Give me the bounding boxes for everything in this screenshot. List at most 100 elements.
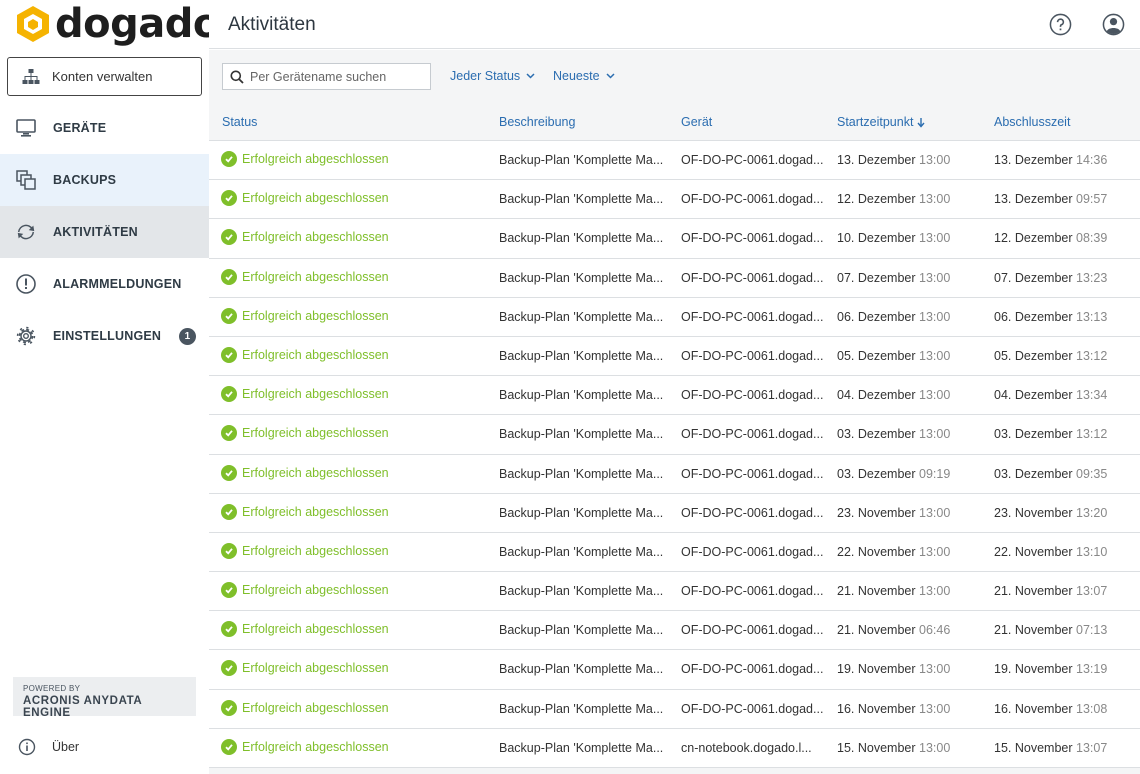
status-text: Erfolgreich abgeschlossen — [242, 387, 389, 402]
start-date: 16. November — [837, 701, 916, 716]
success-check-icon — [221, 660, 237, 677]
column-header-start-time[interactable]: Startzeitpunkt — [837, 115, 926, 129]
device-cell: OF-DO-PC-0061.dogad... — [681, 623, 824, 638]
table-row[interactable]: Erfolgreich abgeschlossen Backup-Plan 'Ko… — [209, 454, 1140, 494]
table-row[interactable]: Erfolgreich abgeschlossen Backup-Plan 'Ko… — [209, 611, 1140, 651]
status-text: Erfolgreich abgeschlossen — [242, 504, 389, 519]
table-row[interactable]: Erfolgreich abgeschlossen Backup-Plan 'Ko… — [209, 689, 1140, 729]
status-filter-dropdown[interactable]: Jeder Status — [450, 69, 535, 83]
sidebar-item-settings[interactable]: EINSTELLUNGEN 1 — [0, 310, 209, 362]
end-clock: 13:07 — [1076, 740, 1108, 755]
status-cell[interactable]: Erfolgreich abgeschlossen — [221, 190, 389, 207]
end-date: 07. Dezember — [994, 270, 1073, 285]
table-row[interactable]: Erfolgreich abgeschlossen Backup-Plan 'Ko… — [209, 415, 1140, 455]
status-cell[interactable]: Erfolgreich abgeschlossen — [221, 582, 389, 599]
sidebar-item-activities[interactable]: AKTIVITÄTEN — [0, 206, 209, 258]
status-cell[interactable]: Erfolgreich abgeschlossen — [221, 503, 389, 520]
sidebar-item-devices[interactable]: GERÄTE — [0, 102, 209, 154]
dogado-logo[interactable]: dogado — [15, 3, 220, 45]
sidebar-item-alerts[interactable]: ALARMMELDUNGEN — [0, 258, 209, 310]
table-row[interactable]: Erfolgreich abgeschlossen Backup-Plan 'Ko… — [209, 728, 1140, 768]
sort-dropdown[interactable]: Neueste — [553, 69, 615, 83]
start-clock: 13:00 — [919, 544, 951, 559]
device-cell: OF-DO-PC-0061.dogad... — [681, 544, 824, 559]
main-content: Jeder Status Neueste Status Beschreibung… — [209, 50, 1140, 774]
sidebar-item-label: ALARMMELDUNGEN — [53, 277, 182, 291]
start-date: 21. November — [837, 584, 916, 599]
description-cell: Backup-Plan 'Komplette Ma... — [499, 466, 664, 481]
activity-icon — [15, 221, 37, 243]
table-row[interactable]: Erfolgreich abgeschlossen Backup-Plan 'Ko… — [209, 376, 1140, 416]
device-cell: OF-DO-PC-0061.dogad... — [681, 348, 824, 363]
start-date: 04. Dezember — [837, 388, 916, 403]
start-date: 03. Dezember — [837, 466, 916, 481]
table-row[interactable]: Erfolgreich abgeschlossen Backup-Plan 'Ko… — [209, 297, 1140, 337]
end-time-cell: 04. Dezember 13:34 — [994, 388, 1107, 402]
status-cell[interactable]: Erfolgreich abgeschlossen — [221, 699, 389, 716]
sidebar-item-backups[interactable]: BACKUPS — [0, 154, 209, 206]
status-cell[interactable]: Erfolgreich abgeschlossen — [221, 621, 389, 638]
status-text: Erfolgreich abgeschlossen — [242, 700, 389, 715]
end-date: 12. Dezember — [994, 231, 1073, 246]
success-check-icon — [221, 386, 237, 403]
start-time-cell: 04. Dezember 13:00 — [837, 388, 950, 402]
status-cell[interactable]: Erfolgreich abgeschlossen — [221, 660, 389, 677]
column-header-end-time[interactable]: Abschlusszeit — [994, 115, 1070, 129]
start-time-cell: 15. November 13:00 — [837, 741, 950, 755]
status-cell[interactable]: Erfolgreich abgeschlossen — [221, 346, 389, 363]
start-clock: 13:00 — [919, 270, 951, 285]
table-row[interactable]: Erfolgreich abgeschlossen Backup-Plan 'Ko… — [209, 180, 1140, 220]
end-clock: 13:10 — [1076, 544, 1108, 559]
table-row[interactable]: Erfolgreich abgeschlossen Backup-Plan 'Ko… — [209, 141, 1140, 181]
status-cell[interactable]: Erfolgreich abgeschlossen — [221, 425, 389, 442]
search-input[interactable] — [250, 69, 420, 84]
end-time-cell: 13. Dezember 14:36 — [994, 153, 1107, 167]
status-cell[interactable]: Erfolgreich abgeschlossen — [221, 738, 389, 755]
status-cell[interactable]: Erfolgreich abgeschlossen — [221, 464, 389, 481]
end-time-cell: 13. Dezember 09:57 — [994, 192, 1107, 206]
start-time-cell: 21. November 06:46 — [837, 623, 950, 637]
status-text: Erfolgreich abgeschlossen — [242, 152, 389, 166]
start-date: 13. Dezember — [837, 153, 916, 167]
table-row[interactable]: Erfolgreich abgeschlossen Backup-Plan 'Ko… — [209, 650, 1140, 690]
column-header-device[interactable]: Gerät — [681, 115, 712, 129]
search-box[interactable] — [222, 63, 431, 90]
end-time-cell: 03. Dezember 09:35 — [994, 467, 1107, 481]
column-header-description[interactable]: Beschreibung — [499, 115, 575, 129]
description-cell: Backup-Plan 'Komplette Ma... — [499, 348, 664, 363]
start-clock: 06:46 — [919, 623, 951, 638]
search-icon — [230, 70, 244, 84]
manage-accounts-button[interactable]: Konten verwalten — [7, 57, 202, 96]
end-clock: 07:13 — [1076, 623, 1108, 638]
end-date: 04. Dezember — [994, 388, 1073, 403]
chevron-down-icon — [606, 73, 615, 79]
device-cell: OF-DO-PC-0061.dogad... — [681, 309, 824, 324]
status-cell[interactable]: Erfolgreich abgeschlossen — [221, 229, 389, 246]
device-cell: OF-DO-PC-0061.dogad... — [681, 701, 824, 716]
status-cell[interactable]: Erfolgreich abgeschlossen — [221, 268, 389, 285]
start-date: 19. November — [837, 662, 916, 677]
table-row[interactable]: Erfolgreich abgeschlossen Backup-Plan 'Ko… — [209, 258, 1140, 298]
about-link[interactable]: Über — [18, 738, 79, 756]
table-row[interactable]: Erfolgreich abgeschlossen Backup-Plan 'Ko… — [209, 532, 1140, 573]
status-cell[interactable]: Erfolgreich abgeschlossen — [221, 307, 389, 324]
table-row[interactable]: Erfolgreich abgeschlossen Backup-Plan 'Ko… — [209, 493, 1140, 533]
status-cell[interactable]: Erfolgreich abgeschlossen — [221, 151, 389, 167]
settings-badge: 1 — [179, 328, 196, 345]
status-text: Erfolgreich abgeschlossen — [242, 308, 389, 323]
success-check-icon — [221, 503, 237, 520]
device-cell: OF-DO-PC-0061.dogad... — [681, 427, 824, 442]
help-icon[interactable] — [1049, 13, 1072, 36]
table-row[interactable]: Erfolgreich abgeschlossen Backup-Plan 'Ko… — [209, 336, 1140, 377]
column-header-status[interactable]: Status — [222, 115, 257, 129]
table-header: Status Beschreibung Gerät Startzeitpunkt… — [209, 102, 1140, 141]
user-account-icon[interactable] — [1102, 13, 1125, 36]
end-clock: 14:36 — [1076, 153, 1108, 167]
start-date: 23. November — [837, 505, 916, 520]
end-time-cell: 05. Dezember 13:12 — [994, 349, 1107, 363]
description-cell: Backup-Plan 'Komplette Ma... — [499, 388, 664, 403]
table-row[interactable]: Erfolgreich abgeschlossen Backup-Plan 'Ko… — [209, 219, 1140, 259]
status-cell[interactable]: Erfolgreich abgeschlossen — [221, 542, 389, 559]
status-cell[interactable]: Erfolgreich abgeschlossen — [221, 386, 389, 403]
table-row[interactable]: Erfolgreich abgeschlossen Backup-Plan 'Ko… — [209, 572, 1140, 612]
